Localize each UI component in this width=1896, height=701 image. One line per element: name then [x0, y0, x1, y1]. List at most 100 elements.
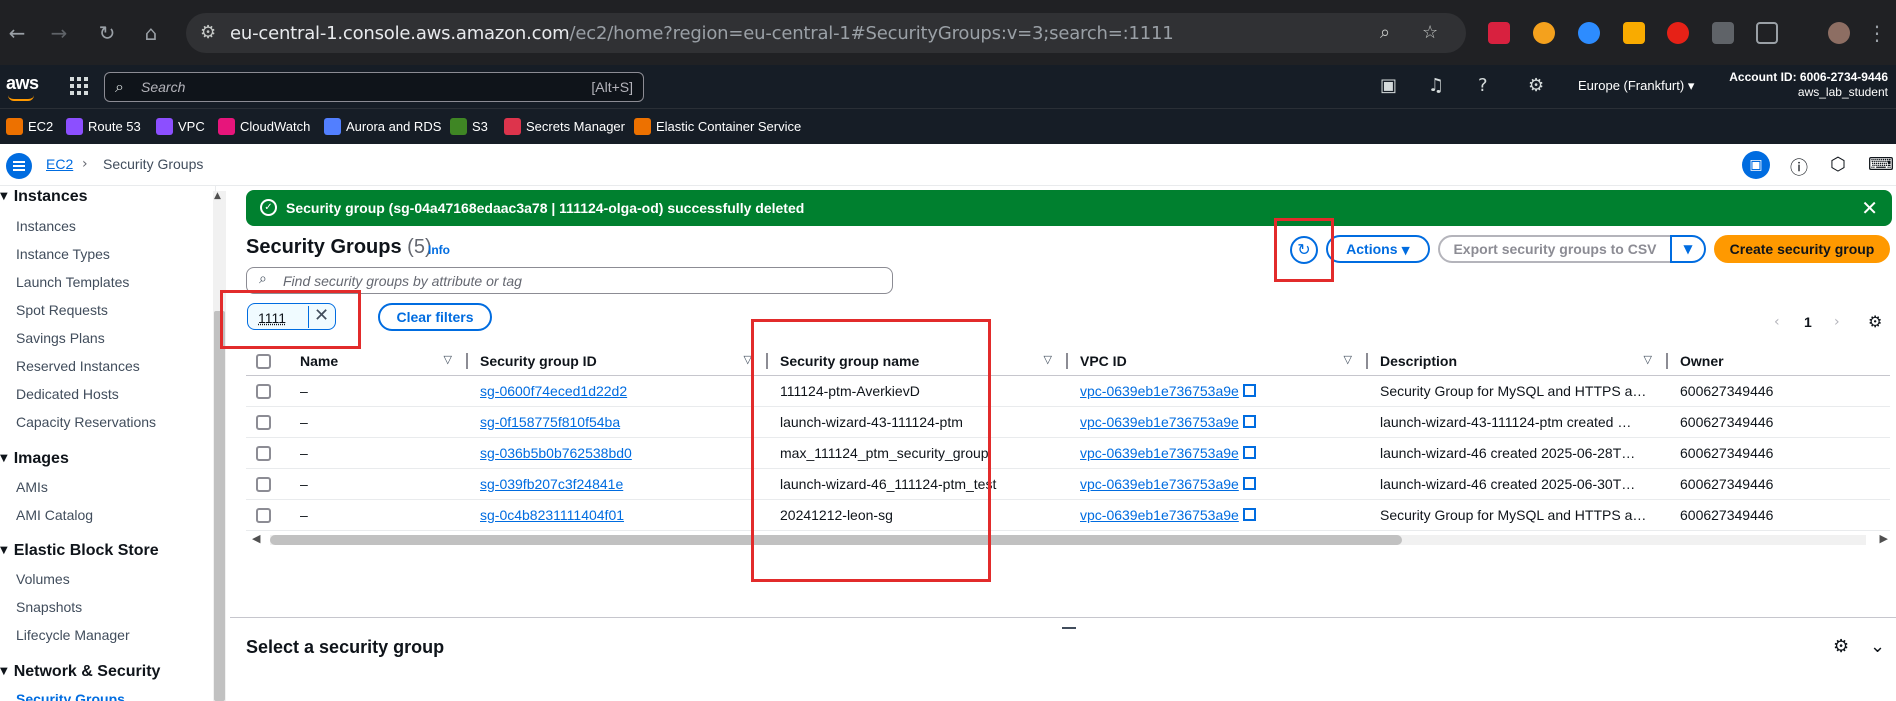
sidebar-section-instances[interactable]: Instances — [0, 188, 88, 206]
account-menu[interactable]: Account ID: 6006-2734-9446 aws_lab_stude… — [1729, 70, 1888, 100]
extension-icon[interactable] — [1712, 22, 1734, 44]
table-row[interactable]: – sg-0600f74eced1d22d2 111124-ptm-Averki… — [246, 375, 1890, 407]
address-bar[interactable]: ⚙ eu-central-1.console.aws.amazon.com/ec… — [186, 13, 1466, 53]
column-header-description[interactable]: Description ▽ — [1370, 347, 1670, 376]
console-search-input[interactable]: ⌕ Search [Alt+S] — [104, 72, 644, 102]
scroll-right-icon[interactable]: ▶ — [1880, 532, 1888, 545]
extensions-puzzle-icon[interactable] — [1756, 22, 1778, 44]
favorite-cloudwatch[interactable]: CloudWatch — [218, 118, 310, 135]
notifications-panel-icon[interactable]: ⌨ — [1868, 154, 1894, 175]
zoom-extension-icon[interactable] — [1578, 22, 1600, 44]
table-row[interactable]: – sg-0f158775f810f54ba launch-wizard-43-… — [246, 406, 1890, 438]
sidebar-item-amis[interactable]: AMIs — [16, 479, 48, 495]
sidebar-section-network-security[interactable]: Network & Security — [0, 663, 161, 681]
help-icon[interactable]: ? — [1478, 75, 1488, 96]
sidebar-item-security-groups[interactable]: Security Groups — [16, 691, 125, 701]
create-security-group-button[interactable]: Create security group — [1714, 235, 1890, 263]
sidebar-scrollbar[interactable]: ▲ — [213, 191, 226, 701]
sidebar-item-capacity-reservations[interactable]: Capacity Reservations — [16, 414, 156, 430]
sidebar-item-volumes[interactable]: Volumes — [16, 571, 70, 587]
column-header-sg-id[interactable]: Security group ID ▽ — [470, 347, 770, 376]
favorite-rds[interactable]: Aurora and RDS — [324, 118, 441, 135]
previous-page-icon[interactable]: ‹ — [1774, 314, 1780, 330]
extension-icon[interactable] — [1533, 22, 1555, 44]
export-csv-button[interactable]: Export security groups to CSV — [1438, 235, 1672, 263]
sidebar-section-images[interactable]: Images — [0, 450, 69, 468]
scroll-up-icon[interactable]: ▲ — [214, 191, 221, 201]
split-panel-settings-icon[interactable]: ⚙ — [1833, 636, 1849, 657]
column-header-name[interactable]: Name ▽ — [290, 347, 470, 376]
services-menu-icon[interactable] — [70, 77, 88, 95]
favorite-route53[interactable]: Route 53 — [66, 118, 141, 135]
sidebar-item-lifecycle-manager[interactable]: Lifecycle Manager — [16, 627, 130, 643]
row-checkbox[interactable] — [256, 414, 271, 430]
info-link[interactable]: Info — [428, 243, 450, 257]
sg-id-link[interactable]: sg-0600f74eced1d22d2 — [480, 383, 627, 399]
row-checkbox[interactable] — [256, 383, 271, 399]
extension-icon[interactable] — [1488, 22, 1510, 44]
sort-icon[interactable]: ▽ — [1344, 353, 1352, 366]
site-info-icon[interactable]: ⚙ — [200, 22, 216, 43]
breadcrumb-ec2[interactable]: EC2 — [46, 156, 73, 172]
collapse-panel-icon[interactable]: ⌄ — [1870, 636, 1885, 657]
vpc-id-link[interactable]: vpc-0639eb1e736753a9e — [1080, 445, 1239, 461]
sidebar-item-reserved-instances[interactable]: Reserved Instances — [16, 358, 140, 374]
home-icon[interactable]: ⌂ — [138, 20, 164, 46]
cloudshell-icon[interactable]: ▣ — [1380, 75, 1397, 96]
scroll-left-icon[interactable]: ◀ — [252, 532, 260, 545]
zoom-icon[interactable]: ⌕ — [1380, 22, 1390, 43]
actions-button[interactable]: Actions ▼ — [1326, 235, 1430, 263]
sg-id-link[interactable]: sg-036b5b0b762538bd0 — [480, 445, 632, 461]
row-checkbox[interactable] — [256, 476, 271, 492]
feedback-icon[interactable]: ⬡ — [1830, 154, 1846, 175]
export-dropdown-button[interactable]: ▼ — [1670, 235, 1706, 263]
column-header-vpc-id[interactable]: VPC ID ▽ — [1070, 347, 1370, 376]
column-header-owner[interactable]: Owner — [1670, 347, 1890, 376]
external-link-icon[interactable] — [1242, 383, 1256, 397]
sg-id-link[interactable]: sg-039fb207c3f24841e — [480, 476, 623, 492]
hamburger-menu-icon[interactable] — [6, 153, 32, 179]
table-horizontal-scrollbar[interactable]: ◀ ▶ — [252, 530, 1888, 548]
sidebar-item-ami-catalog[interactable]: AMI Catalog — [16, 507, 93, 523]
sort-icon[interactable]: ▽ — [1644, 353, 1652, 366]
sg-id-link[interactable]: sg-0c4b8231111404f01 — [480, 507, 624, 523]
favorite-s3[interactable]: S3 — [450, 118, 488, 135]
aws-logo[interactable]: aws — [6, 73, 39, 101]
browser-menu-icon[interactable]: ⋮ — [1864, 20, 1890, 46]
extension-icon[interactable] — [1667, 22, 1689, 44]
resize-handle-icon[interactable] — [1062, 627, 1076, 629]
clear-filters-button[interactable]: Clear filters — [378, 303, 492, 331]
row-checkbox[interactable] — [256, 507, 271, 523]
table-preferences-gear-icon[interactable]: ⚙ — [1868, 312, 1882, 331]
info-panel-icon[interactable]: ⓘ — [1790, 154, 1808, 180]
external-link-icon[interactable] — [1242, 476, 1256, 490]
profile-avatar[interactable] — [1828, 22, 1850, 44]
extension-icon[interactable] — [1623, 22, 1645, 44]
favorite-vpc[interactable]: VPC — [156, 118, 205, 135]
external-link-icon[interactable] — [1242, 414, 1256, 428]
favorite-ecs[interactable]: Elastic Container Service — [634, 118, 801, 135]
table-row[interactable]: – sg-039fb207c3f24841e launch-wizard-46_… — [246, 468, 1890, 500]
sidebar-item-launch-templates[interactable]: Launch Templates — [16, 274, 129, 290]
notifications-bell-icon[interactable]: ♫ — [1428, 75, 1444, 96]
sidebar-item-snapshots[interactable]: Snapshots — [16, 599, 82, 615]
select-all-checkbox[interactable] — [256, 354, 271, 370]
sidebar-item-dedicated-hosts[interactable]: Dedicated Hosts — [16, 386, 119, 402]
external-link-icon[interactable] — [1242, 445, 1256, 459]
region-selector[interactable]: Europe (Frankfurt) ▾ — [1578, 78, 1694, 94]
sidebar-item-instance-types[interactable]: Instance Types — [16, 246, 110, 262]
back-icon[interactable]: ← — [4, 20, 30, 46]
table-row[interactable]: – sg-0c4b8231111404f01 20241212-leon-sg … — [246, 499, 1890, 531]
split-panel-icon[interactable]: ▣ — [1742, 151, 1770, 179]
sort-icon[interactable]: ▽ — [444, 353, 452, 366]
row-checkbox[interactable] — [256, 445, 271, 461]
sidebar-section-ebs[interactable]: Elastic Block Store — [0, 542, 159, 560]
vpc-id-link[interactable]: vpc-0639eb1e736753a9e — [1080, 507, 1239, 523]
reload-icon[interactable]: ↻ — [94, 20, 120, 46]
settings-gear-icon[interactable]: ⚙ — [1528, 75, 1544, 96]
sidebar-item-instances[interactable]: Instances — [16, 218, 76, 234]
next-page-icon[interactable]: › — [1834, 314, 1840, 330]
vpc-id-link[interactable]: vpc-0639eb1e736753a9e — [1080, 414, 1239, 430]
table-row[interactable]: – sg-036b5b0b762538bd0 max_111124_ptm_se… — [246, 437, 1890, 469]
page-number[interactable]: 1 — [1804, 314, 1812, 330]
